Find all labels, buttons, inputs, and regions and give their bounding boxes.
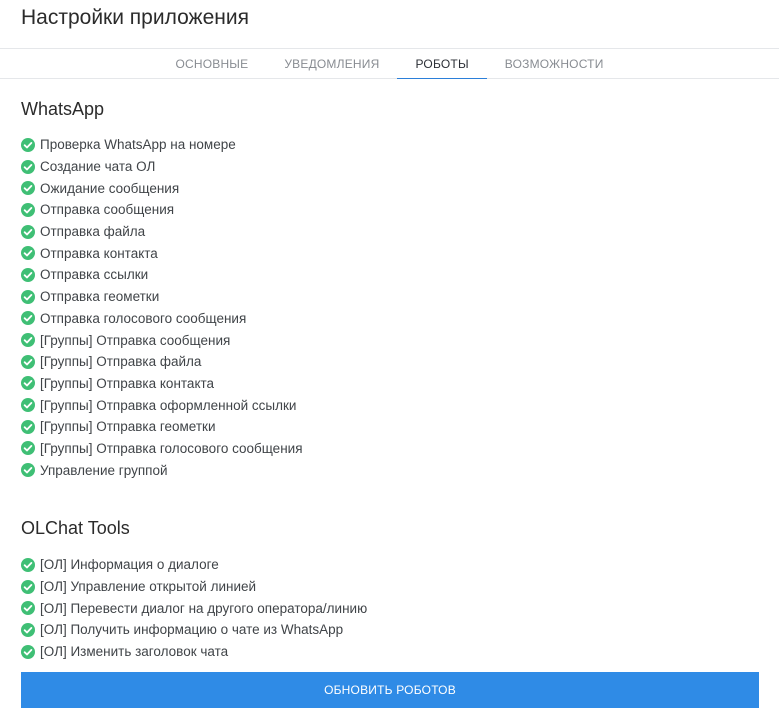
list-item: [ОЛ] Получить информацию о чате из Whats… <box>21 619 759 641</box>
check-circle-icon <box>21 644 35 659</box>
robot-name: Ожидание сообщения <box>40 180 180 196</box>
robot-list-olchat-tools: [ОЛ] Информация о диалоге [ОЛ] Управление… <box>21 554 759 662</box>
check-circle-icon <box>21 441 35 456</box>
list-item: [ОЛ] Перевести диалог на другого операто… <box>21 597 759 619</box>
robot-name: [ОЛ] Изменить заголовок чата <box>40 644 229 660</box>
check-circle-icon <box>21 376 35 391</box>
robot-name: Отправка голосового сообщения <box>40 310 247 326</box>
robot-name: [ОЛ] Информация о диалоге <box>40 557 219 573</box>
list-item: [ОЛ] Информация о диалоге <box>21 554 759 576</box>
tab-features[interactable]: ВОЗМОЖНОСТИ <box>487 49 622 78</box>
list-item: Управление группой <box>21 459 759 481</box>
check-circle-icon <box>21 354 35 369</box>
robot-name: Отправка контакта <box>40 245 158 261</box>
page-header: Настройки приложения <box>0 0 779 49</box>
check-circle-icon <box>21 311 35 326</box>
update-robots-button[interactable]: ОБНОВИТЬ РОБОТОВ <box>21 672 759 709</box>
check-circle-icon <box>21 159 35 174</box>
robot-name: [Группы] Отправка контакта <box>40 375 215 391</box>
list-item: [ОЛ] Управление открытой линией <box>21 576 759 598</box>
list-item: [Группы] Отправка голосового сообщения <box>21 438 759 460</box>
list-item: Отправка геометки <box>21 286 759 308</box>
robot-name: [Группы] Отправка оформленной ссылки <box>40 397 297 413</box>
robot-name: Управление группой <box>40 462 168 478</box>
robot-name: [Группы] Отправка сообщения <box>40 332 231 348</box>
tab-notifications[interactable]: УВЕДОМЛЕНИЯ <box>266 49 397 78</box>
check-circle-icon <box>21 333 35 348</box>
check-circle-icon <box>21 202 35 217</box>
robot-name: Отправка геометки <box>40 289 160 305</box>
list-item: Отправка сообщения <box>21 199 759 221</box>
list-item: [Группы] Отправка контакта <box>21 373 759 395</box>
check-circle-icon <box>21 224 35 239</box>
list-item: [Группы] Отправка геометки <box>21 416 759 438</box>
robot-name: [ОЛ] Управление открытой линией <box>40 579 257 595</box>
list-item: Проверка WhatsApp на номере <box>21 134 759 156</box>
check-circle-icon <box>21 419 35 434</box>
robot-name: Отправка сообщения <box>40 202 175 218</box>
list-item: Отправка голосового сообщения <box>21 308 759 330</box>
robot-name: [ОЛ] Получить информацию о чате из Whats… <box>40 622 344 638</box>
check-circle-icon <box>21 181 35 196</box>
check-circle-icon <box>21 622 35 637</box>
robot-name: Создание чата ОЛ <box>40 159 156 175</box>
list-item: Отправка ссылки <box>21 264 759 286</box>
check-circle-icon <box>21 137 35 152</box>
list-item: [Группы] Отправка сообщения <box>21 329 759 351</box>
check-circle-icon <box>21 579 35 594</box>
page-title: Настройки приложения <box>21 6 249 29</box>
check-circle-icon <box>21 398 35 413</box>
robot-name: [ОЛ] Перевести диалог на другого операто… <box>40 600 368 616</box>
list-item: Отправка контакта <box>21 242 759 264</box>
tab-basic[interactable]: ОСНОВНЫЕ <box>157 49 266 78</box>
robot-list-whatsapp: Проверка WhatsApp на номере Создание чата… <box>21 134 759 481</box>
robot-name: Отправка файла <box>40 224 146 240</box>
check-circle-icon <box>21 267 35 282</box>
section-title-whatsapp: WhatsApp <box>21 99 105 119</box>
check-circle-icon <box>21 557 35 572</box>
robot-name: [Группы] Отправка геометки <box>40 419 216 435</box>
check-circle-icon <box>21 463 35 478</box>
robot-name: [Группы] Отправка голосового сообщения <box>40 440 303 456</box>
list-item: [Группы] Отправка файла <box>21 351 759 373</box>
robots-panel: WhatsApp Проверка WhatsApp на номере Созд… <box>0 98 779 709</box>
check-circle-icon <box>21 601 35 616</box>
list-item: [Группы] Отправка оформленной ссылки <box>21 394 759 416</box>
tab-robots[interactable]: РОБОТЫ <box>397 49 488 79</box>
robot-name: Проверка WhatsApp на номере <box>40 137 236 153</box>
check-circle-icon <box>21 246 35 261</box>
tab-bar: ОСНОВНЫЕ УВЕДОМЛЕНИЯ РОБОТЫ ВОЗМОЖНОСТИ <box>0 49 779 79</box>
list-item: Отправка файла <box>21 221 759 243</box>
list-item: Ожидание сообщения <box>21 177 759 199</box>
list-item: [ОЛ] Изменить заголовок чата <box>21 641 759 663</box>
robot-name: Отправка ссылки <box>40 267 149 283</box>
check-circle-icon <box>21 289 35 304</box>
robot-name: [Группы] Отправка файла <box>40 354 202 370</box>
section-title-olchat-tools: OLChat Tools <box>21 518 130 538</box>
list-item: Создание чата ОЛ <box>21 156 759 178</box>
